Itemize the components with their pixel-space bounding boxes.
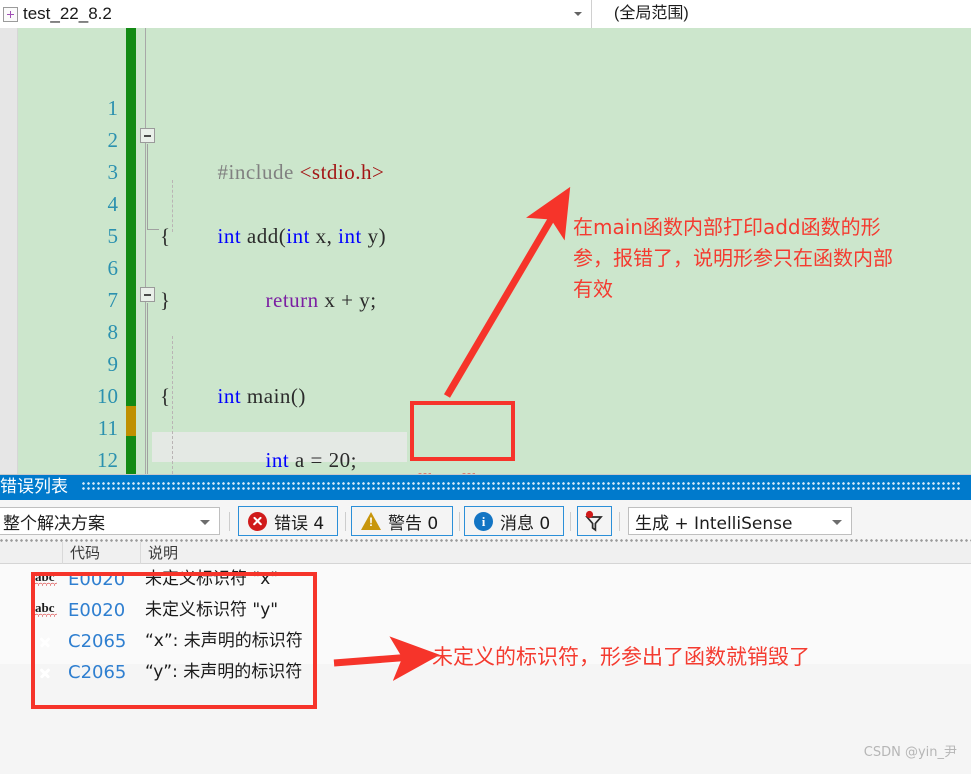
error-annotation-text: 未定义的标识符，形参出了函数就销毁了 <box>432 645 810 669</box>
project-scope-label: test_22_8.2 <box>23 4 112 23</box>
code-editor[interactable]: 1 #include <stdio.h> 2 3 int add(int x, … <box>0 28 971 474</box>
expand-plus-icon <box>3 6 18 22</box>
error-annotation-arrow <box>333 636 440 681</box>
member-scope-dropdown[interactable]: (全局范围) <box>592 0 971 28</box>
member-scope-label: (全局范围) <box>614 5 689 22</box>
error-list-panel: 错误列表 整个解决方案 错误 4 警告 0 消息 0 <box>0 474 971 774</box>
code-annotation-text: 在main函数内部打印add函数的形 参，报错了，说明形参只在函数内部 有效 <box>573 215 893 301</box>
editor-navigation-bar: test_22_8.2 (全局范围) <box>0 0 971 28</box>
csdn-watermark: CSDN @yin_尹 <box>863 745 957 760</box>
chevron-down-icon[interactable] <box>574 12 582 16</box>
screenshot-root: test_22_8.2 (全局范围) 1 #include <stdio.h> … <box>0 0 971 774</box>
project-scope-dropdown[interactable]: test_22_8.2 <box>0 0 592 28</box>
